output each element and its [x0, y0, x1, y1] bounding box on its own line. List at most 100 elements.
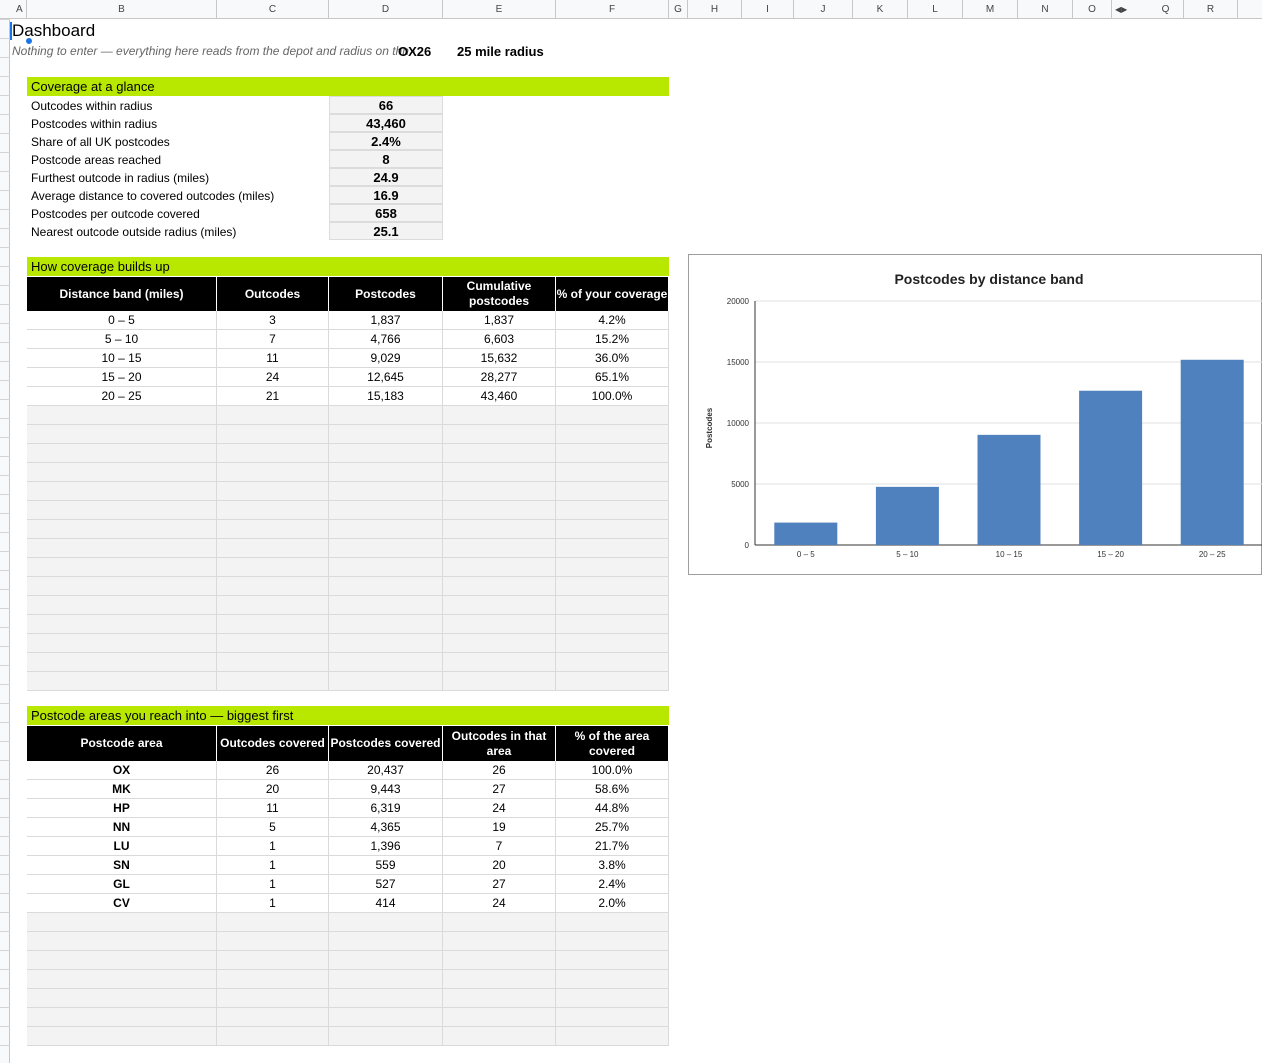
table-cell[interactable]: 100.0%: [556, 387, 669, 406]
table-cell[interactable]: [217, 970, 329, 989]
table-cell[interactable]: [443, 1027, 556, 1046]
column-header-n[interactable]: N: [1018, 0, 1073, 19]
table-cell[interactable]: 1: [217, 894, 329, 913]
table-cell[interactable]: [556, 672, 669, 691]
table-cell[interactable]: [217, 520, 329, 539]
table-cell[interactable]: 20,437: [329, 761, 443, 780]
table-cell[interactable]: [217, 615, 329, 634]
table-cell[interactable]: [217, 1008, 329, 1027]
column-header-l[interactable]: L: [908, 0, 963, 19]
table-cell[interactable]: [556, 406, 669, 425]
table-cell[interactable]: [443, 932, 556, 951]
table-cell[interactable]: 44.8%: [556, 799, 669, 818]
table-cell[interactable]: 7: [217, 330, 329, 349]
table-cell[interactable]: [217, 482, 329, 501]
column-header-h[interactable]: H: [688, 0, 742, 19]
table-cell[interactable]: [556, 913, 669, 932]
kpi-value[interactable]: 24.9: [329, 168, 443, 186]
table-cell[interactable]: 1,837: [329, 311, 443, 330]
table-cell[interactable]: 15.2%: [556, 330, 669, 349]
table-cell[interactable]: [443, 672, 556, 691]
table-cell[interactable]: [556, 634, 669, 653]
table-cell[interactable]: LU: [27, 837, 217, 856]
table-cell[interactable]: [556, 425, 669, 444]
table-cell[interactable]: [217, 501, 329, 520]
table-cell[interactable]: [443, 558, 556, 577]
table-cell[interactable]: [443, 596, 556, 615]
table-cell[interactable]: [27, 989, 217, 1008]
table-cell[interactable]: [217, 539, 329, 558]
distance-band-chart[interactable]: Postcodes by distance band Postcodes 0 5000…: [688, 254, 1262, 575]
table-cell[interactable]: MK: [27, 780, 217, 799]
table-cell[interactable]: [217, 932, 329, 951]
table-cell[interactable]: [556, 1008, 669, 1027]
table-cell[interactable]: [217, 1027, 329, 1046]
table-cell[interactable]: [27, 482, 217, 501]
table-cell[interactable]: [217, 653, 329, 672]
table-cell[interactable]: [443, 951, 556, 970]
table-cell[interactable]: [217, 989, 329, 1008]
table-cell[interactable]: 24: [217, 368, 329, 387]
table-cell[interactable]: [27, 913, 217, 932]
kpi-value[interactable]: 66: [329, 96, 443, 114]
column-header-b[interactable]: B: [27, 0, 217, 19]
table-cell[interactable]: [329, 463, 443, 482]
table-cell[interactable]: 0 – 5: [27, 311, 217, 330]
table-cell[interactable]: [556, 482, 669, 501]
table-cell[interactable]: 3.8%: [556, 856, 669, 875]
table-cell[interactable]: 9,443: [329, 780, 443, 799]
table-cell[interactable]: [329, 913, 443, 932]
table-cell[interactable]: 15,183: [329, 387, 443, 406]
kpi-value[interactable]: 25.1: [329, 222, 443, 240]
table-cell[interactable]: [217, 672, 329, 691]
table-cell[interactable]: [27, 634, 217, 653]
table-cell[interactable]: 27: [443, 780, 556, 799]
hidden-columns-arrows-icon[interactable]: ◀▶: [1115, 0, 1127, 19]
column-header-e[interactable]: E: [443, 0, 556, 19]
table-cell[interactable]: [329, 425, 443, 444]
table-cell[interactable]: [27, 539, 217, 558]
table-cell[interactable]: [443, 425, 556, 444]
table-cell[interactable]: SN: [27, 856, 217, 875]
table-cell[interactable]: 6,319: [329, 799, 443, 818]
table-cell[interactable]: CV: [27, 894, 217, 913]
table-cell[interactable]: [556, 520, 669, 539]
table-cell[interactable]: [27, 406, 217, 425]
table-cell[interactable]: [443, 406, 556, 425]
table-cell[interactable]: 527: [329, 875, 443, 894]
table-cell[interactable]: [27, 653, 217, 672]
table-cell[interactable]: [27, 1008, 217, 1027]
column-header-m[interactable]: M: [963, 0, 1018, 19]
table-cell[interactable]: HP: [27, 799, 217, 818]
table-cell[interactable]: [27, 672, 217, 691]
table-cell[interactable]: 24: [443, 799, 556, 818]
table-cell[interactable]: [443, 1008, 556, 1027]
table-cell[interactable]: 20 – 25: [27, 387, 217, 406]
table-cell[interactable]: [556, 596, 669, 615]
table-cell[interactable]: [556, 615, 669, 634]
table-cell[interactable]: [443, 501, 556, 520]
table-cell[interactable]: 3: [217, 311, 329, 330]
table-cell[interactable]: [443, 989, 556, 1008]
table-cell[interactable]: [27, 1027, 217, 1046]
table-cell[interactable]: [556, 444, 669, 463]
table-cell[interactable]: [329, 596, 443, 615]
table-cell[interactable]: 20: [217, 780, 329, 799]
column-header-g[interactable]: G: [669, 0, 688, 19]
table-cell[interactable]: 7: [443, 837, 556, 856]
table-cell[interactable]: [556, 932, 669, 951]
table-cell[interactable]: 25.7%: [556, 818, 669, 837]
table-cell[interactable]: 15 – 20: [27, 368, 217, 387]
table-cell[interactable]: 15,632: [443, 349, 556, 368]
kpi-value[interactable]: 43,460: [329, 114, 443, 132]
table-cell[interactable]: [443, 970, 556, 989]
table-cell[interactable]: [217, 558, 329, 577]
table-cell[interactable]: [217, 951, 329, 970]
table-cell[interactable]: [217, 577, 329, 596]
column-header-a[interactable]: A: [0, 0, 27, 19]
table-cell[interactable]: 1: [217, 856, 329, 875]
table-cell[interactable]: [556, 1027, 669, 1046]
kpi-value[interactable]: 16.9: [329, 186, 443, 204]
table-cell[interactable]: [27, 596, 217, 615]
table-cell[interactable]: [329, 1027, 443, 1046]
